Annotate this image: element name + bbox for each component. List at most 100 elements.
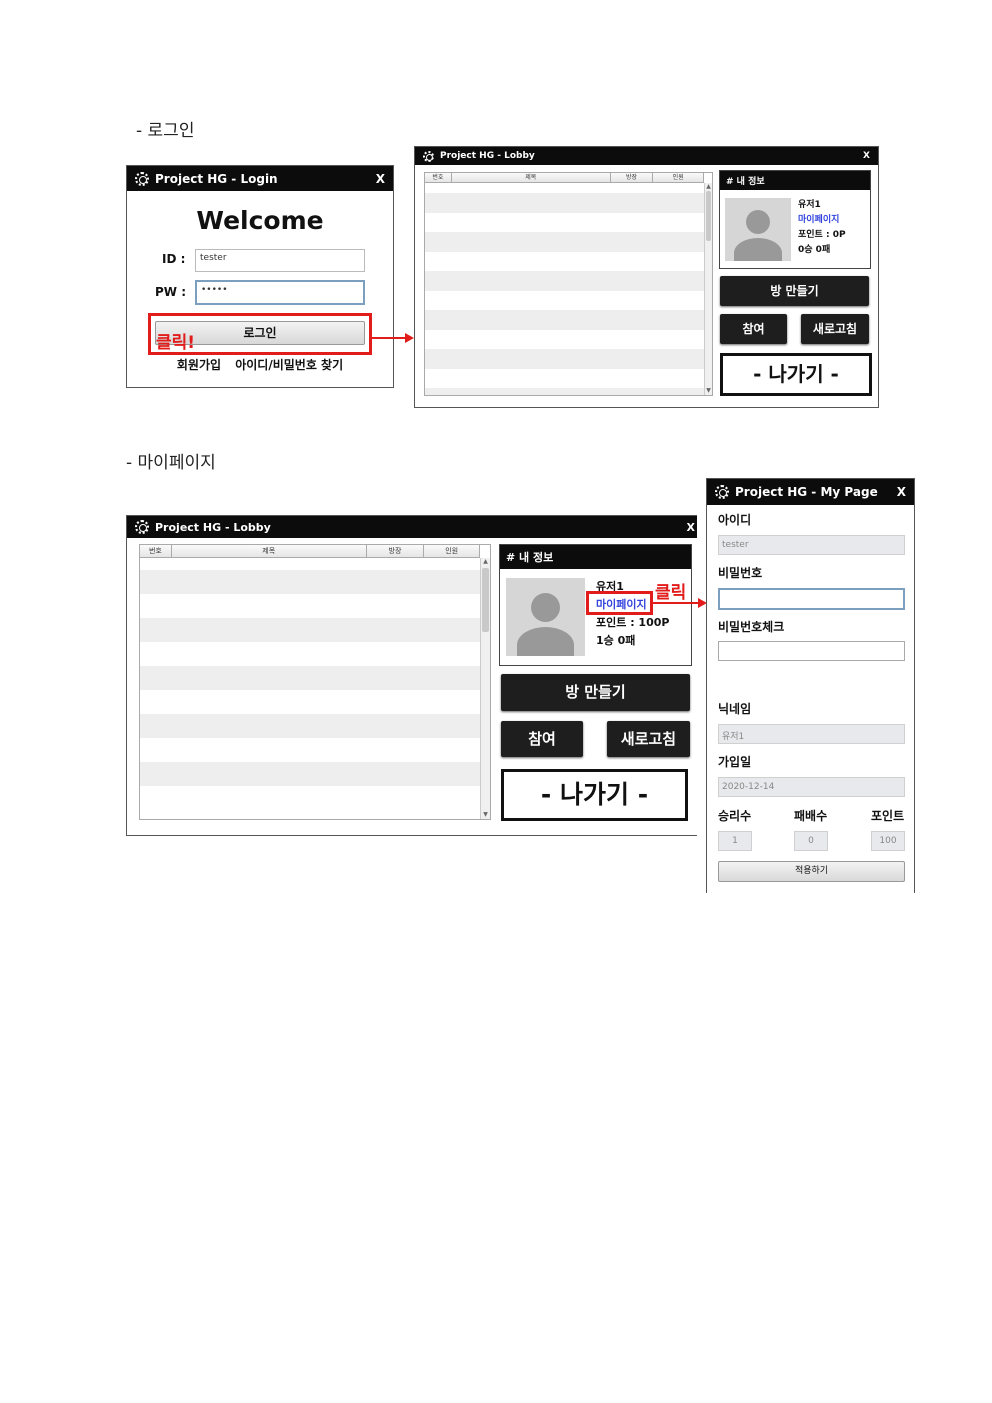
mypage-click-label: 클릭: [655, 583, 687, 603]
table-row[interactable]: [425, 232, 704, 252]
scroll-thumb[interactable]: [706, 191, 711, 241]
login-window-title: Project HG - Login: [155, 171, 278, 186]
column-host[interactable]: 방장: [367, 545, 425, 557]
gear-icon[interactable]: [135, 520, 149, 534]
find-account-link[interactable]: 아이디/비밀번호 찾기: [235, 358, 343, 372]
refresh-button[interactable]: 새로고침: [607, 721, 690, 757]
my-info-header: # 내 정보: [500, 545, 691, 569]
room-rows: [425, 183, 704, 395]
username: 유저1: [798, 200, 821, 210]
table-row[interactable]: [140, 594, 480, 618]
my-info-header: # 내 정보: [720, 171, 870, 190]
password-check-field[interactable]: [718, 641, 905, 661]
table-row[interactable]: [140, 738, 480, 762]
signup-link[interactable]: 회원가입: [177, 358, 221, 372]
table-row[interactable]: [140, 558, 480, 570]
close-button[interactable]: X: [897, 485, 906, 499]
mypage-click-callout: [586, 591, 653, 615]
table-row[interactable]: [425, 349, 704, 369]
scroll-up-icon[interactable]: ▲: [481, 558, 490, 566]
losses-label: 패배수: [794, 809, 828, 823]
column-host[interactable]: 방장: [611, 173, 654, 182]
room-list-scrollbar[interactable]: ▲ ▼: [480, 558, 490, 819]
arrow-head-icon: [405, 333, 414, 343]
avatar: [506, 578, 585, 656]
losses-field: 0: [794, 831, 828, 851]
gear-icon[interactable]: [135, 171, 149, 186]
join-button[interactable]: 참여: [720, 314, 787, 344]
password-field[interactable]: [718, 588, 905, 610]
room-list[interactable]: 번호 제목 방장 인원 ▲ ▼: [139, 544, 491, 820]
table-row[interactable]: [425, 183, 704, 193]
column-number[interactable]: 번호: [425, 173, 452, 182]
lobby-window-title: Project HG - Lobby: [155, 520, 271, 534]
table-row[interactable]: [140, 690, 480, 714]
table-row[interactable]: [425, 310, 704, 330]
record-text: 0승 0패: [798, 245, 831, 255]
table-row[interactable]: [425, 291, 704, 310]
password-check-label: 비밀번호체크: [718, 620, 785, 634]
table-row[interactable]: [140, 666, 480, 690]
callout-arrow: [372, 337, 406, 339]
account-links: 회원가입 아이디/비밀번호 찾기: [127, 356, 393, 373]
lobby-window-title: Project HG - Lobby: [440, 151, 535, 161]
pw-input[interactable]: •••••: [195, 280, 365, 305]
table-row[interactable]: [425, 271, 704, 291]
table-row[interactable]: [140, 714, 480, 738]
table-row[interactable]: [425, 369, 704, 388]
my-info-panel: # 내 정보 유저1 마이페이지 포인트 : 0P 0승 0패: [719, 170, 871, 269]
section-heading-mypage: - 마이페이지: [126, 453, 216, 473]
table-row[interactable]: [425, 388, 704, 395]
scroll-thumb[interactable]: [482, 568, 489, 632]
create-room-button[interactable]: 방 만들기: [501, 674, 690, 711]
exit-button[interactable]: - 나가기 -: [501, 769, 688, 821]
create-room-button[interactable]: 방 만들기: [720, 276, 869, 306]
scroll-down-icon[interactable]: ▼: [705, 387, 712, 395]
points-field: 100: [871, 831, 905, 851]
table-row[interactable]: [140, 762, 480, 786]
column-players[interactable]: 인원: [653, 173, 705, 182]
login-click-label: 클릭!: [156, 333, 196, 353]
section-heading-login: - 로그인: [136, 121, 195, 141]
table-row[interactable]: [140, 570, 480, 594]
gear-icon[interactable]: [423, 150, 434, 162]
column-players[interactable]: 인원: [424, 545, 480, 557]
table-row[interactable]: [140, 618, 480, 642]
id-label: ID :: [162, 252, 186, 266]
table-row[interactable]: [425, 193, 704, 213]
exit-button[interactable]: - 나가기 -: [720, 353, 872, 396]
lobby-window: Project HG - Lobby X 번호 제목 방장 인원 ▲ ▼ # 내…: [126, 515, 697, 836]
table-row[interactable]: [140, 786, 480, 810]
column-title[interactable]: 제목: [172, 545, 367, 557]
refresh-button[interactable]: 새로고침: [801, 314, 869, 344]
mypage-link[interactable]: 마이페이지: [798, 213, 846, 228]
password-label: 비밀번호: [718, 566, 763, 580]
wins-label: 승리수: [718, 809, 752, 823]
room-list-scrollbar[interactable]: ▲ ▼: [704, 183, 712, 395]
close-button[interactable]: X: [687, 521, 695, 534]
join-date-label: 가입일: [718, 755, 752, 769]
join-button[interactable]: 참여: [501, 721, 583, 757]
welcome-heading: Welcome: [196, 206, 324, 235]
table-row[interactable]: [425, 213, 704, 232]
points-label: 포인트: [871, 809, 905, 823]
apply-button[interactable]: 적용하기: [718, 861, 905, 882]
gear-icon[interactable]: [715, 485, 729, 499]
column-title[interactable]: 제목: [452, 173, 611, 182]
scroll-up-icon[interactable]: ▲: [705, 183, 712, 191]
id-input[interactable]: tester: [195, 249, 365, 272]
table-row[interactable]: [425, 252, 704, 271]
column-number[interactable]: 번호: [140, 545, 172, 557]
scroll-down-icon[interactable]: ▼: [481, 811, 490, 819]
id-field: tester: [718, 535, 905, 555]
login-titlebar: Project HG - Login X: [127, 166, 393, 191]
room-rows: [140, 558, 480, 810]
table-row[interactable]: [425, 330, 704, 349]
room-list-header: 번호 제목 방장 인원: [425, 173, 705, 183]
table-row[interactable]: [140, 642, 480, 666]
close-button[interactable]: X: [863, 151, 870, 161]
room-list[interactable]: 번호 제목 방장 인원 ▲ ▼: [424, 172, 713, 396]
nickname-field: 유저1: [718, 724, 905, 744]
close-button[interactable]: X: [376, 172, 385, 186]
points-text: 포인트 : 100P: [596, 616, 670, 629]
